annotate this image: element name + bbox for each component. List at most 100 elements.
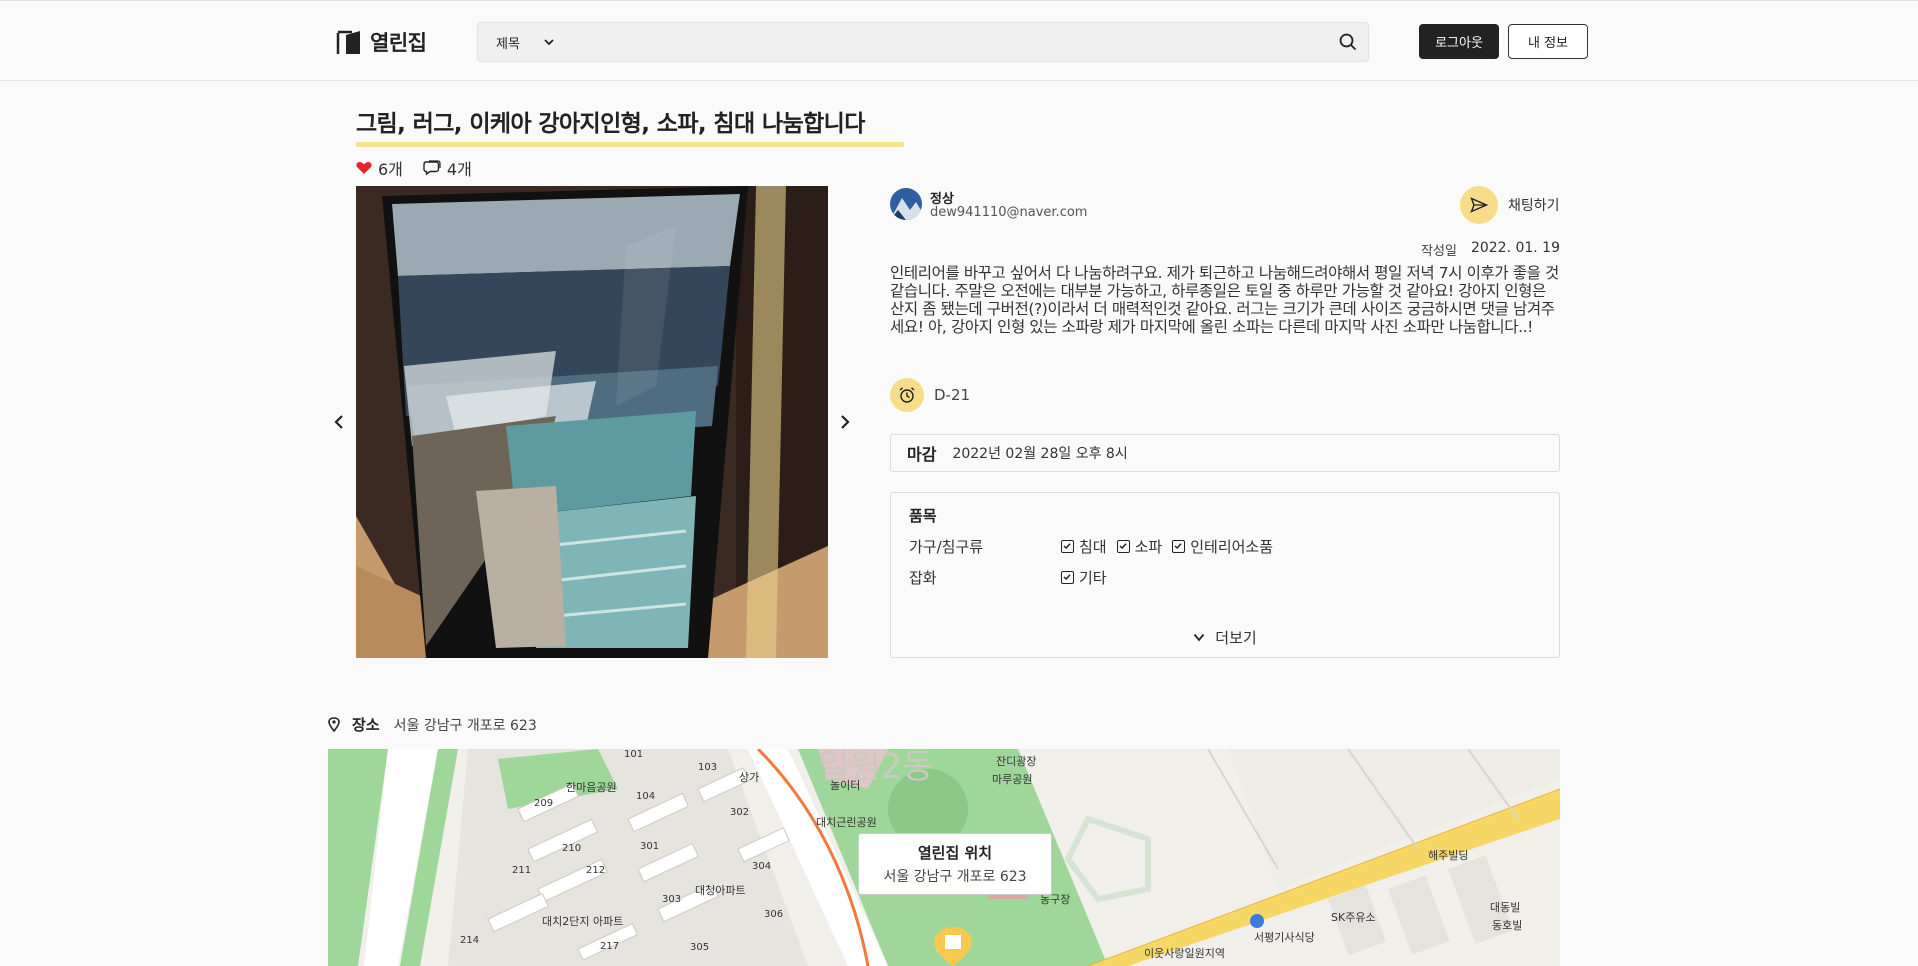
building-number: 304 [752,861,772,872]
items-category: 가구/침구류 [909,538,984,556]
item-check: 침대 [1061,536,1107,557]
checkbox-checked-icon [1061,540,1074,553]
map-label: SK주유소 [1331,911,1376,924]
checkbox-checked-icon [1116,540,1130,553]
items-box: 품목 가구/침구류 침대 소파 인테리어소품 잡화 기타 더보기 [890,492,1560,658]
avatar[interactable] [890,188,922,220]
item-label: 기타 [1079,569,1107,587]
search-type-select[interactable]: 제목 [478,23,568,61]
item-check: 기타 [1061,567,1107,588]
comment-count-text: 4개 [446,160,472,179]
post-photo [356,186,828,658]
location-address: 서울 강남구 개포로 623 [393,717,537,734]
like-count-text: 6개 [378,160,403,179]
more-label: 더보기 [1215,629,1257,647]
chat-button[interactable]: 채팅하기 [1460,186,1560,224]
deadline-value: 2022년 02월 28일 오후 8시 [952,446,1128,462]
checkbox-checked-icon [1172,540,1186,553]
heart-icon [356,162,372,174]
popup-address: 서울 강남구 개포로 623 [883,869,1027,885]
post-description: 인테리어를 바꾸고 싶어서 다 나눔하려구요. 제가 퇴근하고 나눔해드려야해서… [890,264,1559,336]
map[interactable]: 한마음공원 대치근린공원 대청아파트 대치2단지 아파트 잔디광장 마루공원 놀… [328,749,1560,966]
search-bar: 제목 [477,22,1369,62]
building-number: 303 [662,894,682,905]
carousel-next-button[interactable] [834,410,856,434]
search-icon[interactable] [1328,22,1368,62]
pin-icon [328,717,340,732]
items-row: 잡화 기타 [909,567,1117,588]
location-row: 장소 서울 강남구 개포로 623 [328,714,537,735]
item-label: 소파 [1134,538,1163,556]
map-label: 마루공원 [992,773,1033,786]
building-number: 209 [534,798,554,809]
like-count[interactable]: 6개 [356,156,403,180]
post-date: 작성일 2022. 01. 19 [1421,240,1560,259]
alarm-clock-icon [890,378,924,412]
map-label: 동호빌 [1492,919,1523,932]
chevron-left-icon [334,415,343,429]
my-info-button[interactable]: 내 정보 [1508,24,1588,59]
building-number: 101 [624,749,644,760]
building-number: 210 [562,843,582,854]
map-label: 대동빌 [1490,901,1521,914]
search-type-value: 제목 [496,36,520,52]
logo-text: 열린집 [370,31,427,55]
building-number: 214 [460,935,480,946]
chevron-right-icon [841,415,850,429]
map-label: 이웃사랑일원지역 [1144,947,1225,960]
more-button[interactable]: 더보기 [891,627,1559,648]
building-number: 306 [764,909,784,920]
send-icon [1460,186,1498,224]
building-number: 104 [636,791,656,802]
map-label: 잔디광장 [996,755,1037,768]
building-number: 211 [512,865,532,876]
checkbox-checked-icon [1061,571,1074,584]
post-title: 그림, 러그, 이케아 강아지인형, 소파, 침대 나눔합니다 [356,111,865,137]
building-number: 305 [690,942,710,953]
map-label: 해주빌딩 [1428,849,1469,862]
item-check: 인테리어소품 [1172,536,1273,557]
comment-count[interactable]: 4개 [423,156,472,180]
chevron-down-icon [544,38,554,45]
building-number: 301 [640,841,660,852]
date-value: 2022. 01. 19 [1470,240,1560,256]
top-header: 열린집 제목 로그아웃 내 정보 [0,0,1918,81]
search-input[interactable] [568,23,1328,61]
location-label: 장소 [352,716,380,734]
dday-badge: D-21 [890,378,970,412]
building-number: 103 [698,762,718,773]
item-label: 침대 [1079,538,1107,556]
avatar-image [890,188,922,220]
title-underline [356,142,904,147]
map-label: 대청아파트 [695,884,746,897]
map-label: 상가 [739,771,760,784]
map-label: 한마음공원 [566,781,617,794]
comment-icon [423,160,441,176]
item-check: 소파 [1116,536,1163,557]
logo[interactable]: 열린집 [336,27,427,57]
painting-photo [356,186,828,658]
chat-button-label: 채팅하기 [1508,198,1560,214]
date-label: 작성일 [1421,244,1457,259]
item-label: 인테리어소품 [1190,538,1274,556]
building-number: 302 [730,807,750,818]
deadline-label: 마감 [907,445,937,464]
popup-title: 열린집 위치 [917,844,993,862]
map-info-popup: 열린집 위치 서울 강남구 개포로 623 [858,833,1052,895]
post-stats: 6개 4개 [356,156,472,180]
map-district-label: 일원2동 [818,749,934,787]
building-number: 212 [586,865,606,876]
map-label: 서평기사식당 [1254,931,1315,944]
door-icon [336,30,360,54]
chevron-down-icon [1194,633,1205,642]
dday-text: D-21 [934,386,971,404]
items-row: 가구/침구류 침대 소파 인테리어소품 [909,536,1283,557]
items-title: 품목 [909,507,937,525]
building-number: 217 [600,941,620,952]
author-email: dew941110@naver.com [930,205,1088,220]
logout-button[interactable]: 로그아웃 [1419,24,1499,59]
items-category: 잡화 [909,569,937,587]
carousel-prev-button[interactable] [328,410,350,434]
map-label: 대치2단지 아파트 [542,915,624,928]
deadline-box: 마감 2022년 02월 28일 오후 8시 [890,434,1560,472]
